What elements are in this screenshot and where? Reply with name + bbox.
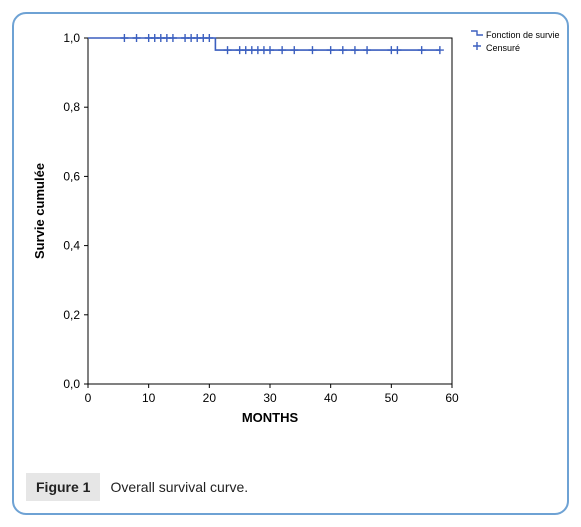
chart-row: 0,0 0,2 0,4 0,6 0,8 1,0 0 10 20 30 40 50 60 MONTHS Sur… bbox=[26, 24, 555, 463]
svg-text:MONTHS: MONTHS bbox=[242, 410, 299, 425]
svg-text:60: 60 bbox=[445, 391, 459, 405]
legend-censored-label: Censuré bbox=[486, 42, 520, 54]
svg-text:1,0: 1,0 bbox=[63, 31, 80, 45]
svg-text:50: 50 bbox=[385, 391, 399, 405]
svg-text:0,6: 0,6 bbox=[63, 169, 80, 183]
svg-text:30: 30 bbox=[263, 391, 277, 405]
svg-text:20: 20 bbox=[203, 391, 217, 405]
chart-area: 0,0 0,2 0,4 0,6 0,8 1,0 0 10 20 30 40 50 60 MONTHS Sur… bbox=[26, 24, 466, 434]
svg-text:Survie cumulée: Survie cumulée bbox=[32, 163, 47, 259]
figure-caption-text: Overall survival curve. bbox=[110, 479, 248, 495]
svg-text:0,4: 0,4 bbox=[63, 239, 80, 253]
figure-panel: 0,0 0,2 0,4 0,6 0,8 1,0 0 10 20 30 40 50 60 MONTHS Sur… bbox=[12, 12, 569, 515]
figure-wrapper: 0,0 0,2 0,4 0,6 0,8 1,0 0 10 20 30 40 50 60 MONTHS Sur… bbox=[0, 0, 581, 527]
figure-number-badge: Figure 1 bbox=[26, 473, 100, 501]
svg-text:0,8: 0,8 bbox=[63, 100, 80, 114]
step-line-icon bbox=[470, 28, 484, 41]
svg-text:0,2: 0,2 bbox=[63, 308, 80, 322]
figure-caption-row: Figure 1 Overall survival curve. bbox=[26, 473, 555, 501]
legend-item-censored: Censuré bbox=[470, 41, 560, 54]
svg-text:10: 10 bbox=[142, 391, 156, 405]
chart-legend: Fonction de survie Censuré bbox=[466, 24, 560, 54]
survival-chart: 0,0 0,2 0,4 0,6 0,8 1,0 0 10 20 30 40 50 60 MONTHS Sur… bbox=[26, 24, 466, 434]
legend-series-label: Fonction de survie bbox=[486, 29, 560, 41]
svg-text:0: 0 bbox=[85, 391, 92, 405]
plus-icon bbox=[470, 41, 484, 54]
svg-text:40: 40 bbox=[324, 391, 338, 405]
svg-text:0,0: 0,0 bbox=[63, 377, 80, 391]
legend-item-series: Fonction de survie bbox=[470, 28, 560, 41]
